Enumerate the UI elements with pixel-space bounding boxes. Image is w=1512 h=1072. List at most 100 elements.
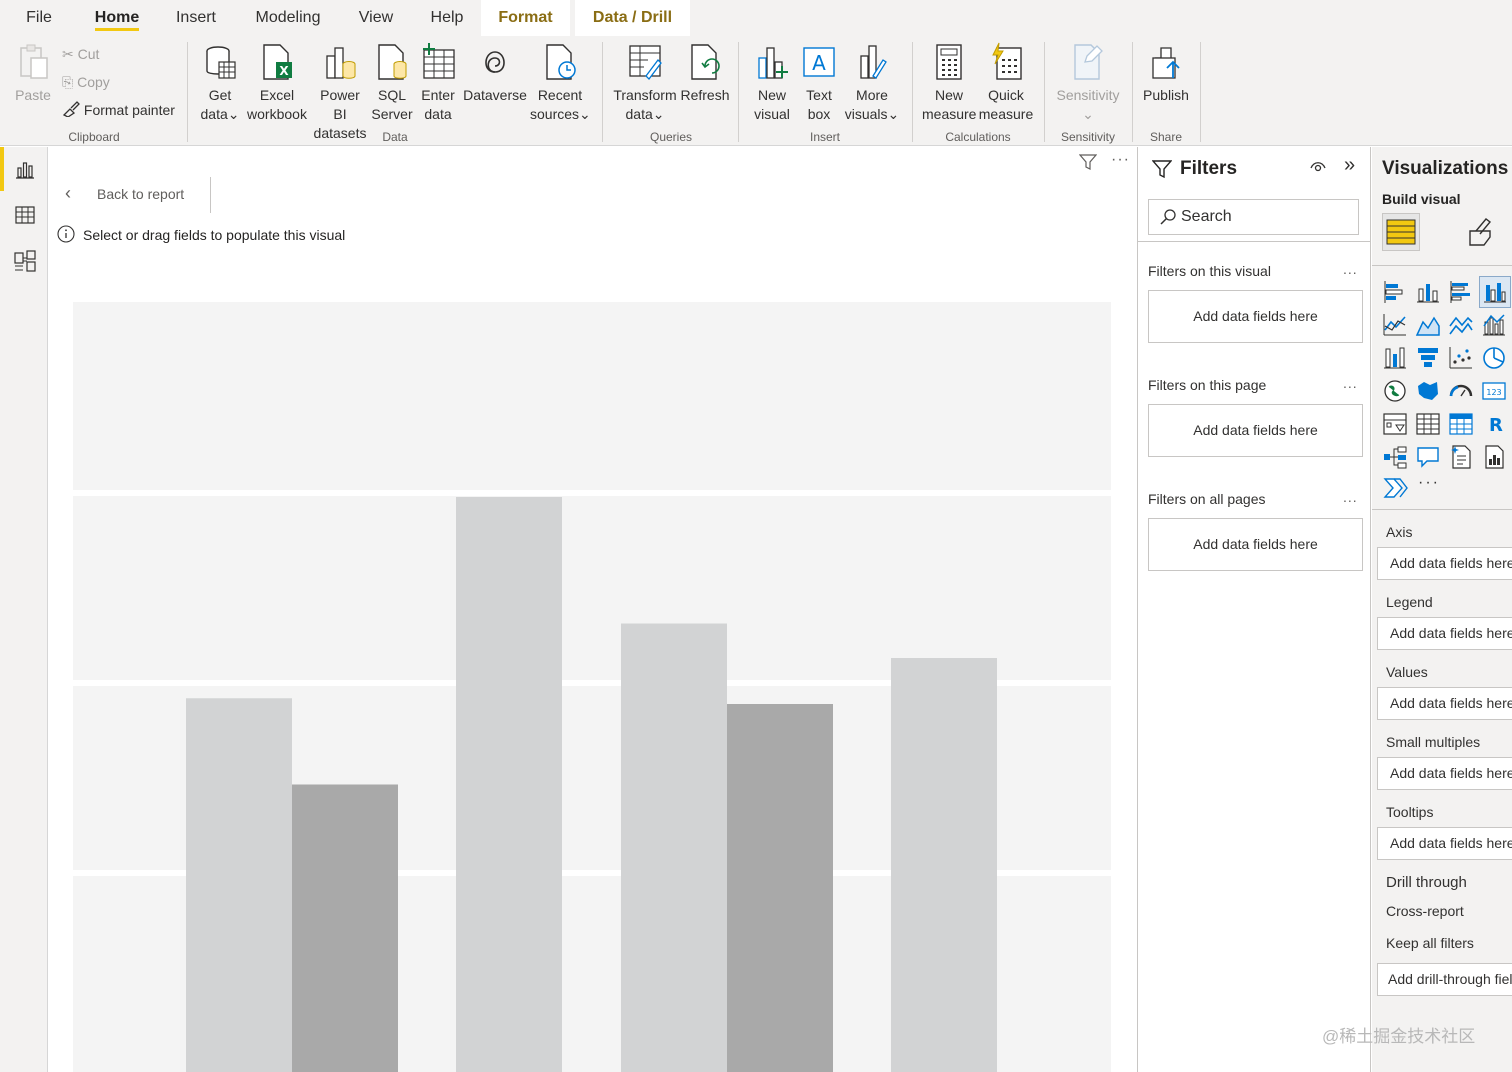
ribbon-chart-icon[interactable] [1382, 345, 1408, 371]
area-chart-icon[interactable] [1415, 312, 1441, 338]
funnel-chart-icon[interactable] [1415, 345, 1441, 371]
drill-through-well[interactable]: Add drill-through fields here [1377, 963, 1512, 996]
tab-file[interactable]: File [14, 0, 64, 36]
card-icon[interactable]: 123 [1481, 378, 1507, 404]
pie-chart-icon[interactable] [1481, 345, 1507, 371]
power-automate-icon[interactable] [1382, 475, 1408, 501]
dataverse-button[interactable]: Dataverse [462, 42, 528, 105]
group-separator [1132, 42, 1133, 142]
clustered-column-chart-selected[interactable] [1479, 276, 1511, 308]
sql-server-button[interactable]: SQL Server [370, 42, 414, 124]
values-well[interactable]: Add data fields here [1377, 687, 1512, 720]
publish-icon [1152, 47, 1180, 79]
map-icon[interactable] [1382, 378, 1408, 404]
tab-home[interactable]: Home [84, 0, 150, 36]
cross-report-toggle[interactable]: Cross-report [1386, 903, 1464, 919]
get-data-label-1: Get [208, 87, 232, 103]
filter-search-input[interactable] [1181, 207, 1351, 227]
copy-button[interactable]: ⎘ Copy [62, 72, 110, 92]
report-view-button[interactable] [0, 147, 48, 191]
filled-map-icon[interactable] [1415, 378, 1441, 404]
recent-sources-button[interactable]: Recent sources⌄ [530, 42, 591, 124]
paste-button[interactable]: Paste [12, 42, 54, 105]
copy-label: Copy [77, 74, 110, 90]
more-options-icon[interactable]: ... [1343, 261, 1358, 277]
collapse-pane-icon[interactable]: » [1344, 154, 1355, 177]
clustered-bar-chart-icon[interactable] [1448, 279, 1474, 305]
tab-help[interactable]: Help [418, 0, 476, 36]
transform-data-button[interactable]: Transform data⌄ [612, 42, 678, 124]
stacked-bar-chart-icon[interactable] [1382, 279, 1408, 305]
scissors-icon: ✂ [62, 46, 74, 62]
more-options-icon[interactable]: ... [1343, 489, 1358, 505]
qa-icon[interactable] [1415, 444, 1441, 470]
excel-icon: X [263, 44, 292, 80]
placeholder-bar [727, 704, 833, 1072]
more-options-icon[interactable]: ··· [1111, 151, 1130, 169]
quick-measure-button[interactable]: Quick measure [978, 42, 1034, 124]
line-chart-icon[interactable] [1382, 312, 1408, 338]
more-visuals-button[interactable]: More visuals⌄ [842, 42, 902, 124]
fields-grid-icon [1386, 219, 1416, 245]
filter-icon[interactable] [1079, 153, 1097, 171]
tab-data-drill[interactable]: Data / Drill [575, 0, 690, 36]
axis-well[interactable]: Add data fields here [1377, 547, 1512, 580]
power-bi-datasets-button[interactable]: Power BI datasets [312, 42, 368, 143]
filters-on-visual-well[interactable]: Add data fields here [1148, 290, 1363, 343]
get-data-button[interactable]: Get data⌄ [196, 42, 244, 124]
more-visuals-label-2: visuals [844, 106, 888, 122]
more-options-icon[interactable]: ... [1343, 375, 1358, 391]
stacked-column-chart-icon[interactable] [1415, 279, 1441, 305]
r-script-icon[interactable]: R [1481, 411, 1507, 437]
tab-view[interactable]: View [348, 0, 404, 36]
filters-on-all-pages-well[interactable]: Add data fields here [1148, 518, 1363, 571]
legend-well[interactable]: Add data fields here [1377, 617, 1512, 650]
gauge-icon[interactable] [1448, 378, 1474, 404]
group-separator [738, 42, 739, 142]
new-measure-label-2: measure [922, 106, 977, 122]
group-separator [1200, 42, 1201, 142]
stacked-area-chart-icon[interactable] [1448, 312, 1474, 338]
filters-on-page-well[interactable]: Add data fields here [1148, 404, 1363, 457]
svg-text:123: 123 [1486, 388, 1501, 397]
smart-narrative-icon[interactable] [1448, 444, 1474, 470]
keep-all-filters-toggle[interactable]: Keep all filters [1386, 935, 1474, 951]
new-visual-button[interactable]: New visual [750, 42, 794, 124]
data-view-button[interactable] [0, 193, 48, 237]
more-visuals-ellipsis-icon[interactable]: ··· [1418, 474, 1440, 492]
cut-button[interactable]: ✂ Cut [62, 44, 99, 64]
sensitivity-button[interactable]: Sensitivity ⌄ [1054, 42, 1122, 124]
matrix-icon[interactable] [1448, 411, 1474, 437]
group-separator [187, 42, 188, 142]
tooltips-well[interactable]: Add data fields here [1377, 827, 1512, 860]
decomposition-tree-icon[interactable] [1382, 444, 1408, 470]
sensitivity-icon [1074, 44, 1103, 80]
tab-modeling[interactable]: Modeling [242, 0, 334, 36]
visualizations-pane: Visualizations Build visual 123 R ··· Ax… [1372, 147, 1512, 1072]
filter-search-box[interactable] [1148, 199, 1359, 235]
slicer-icon[interactable] [1382, 411, 1408, 437]
model-view-button[interactable] [0, 239, 48, 283]
line-clustered-column-icon[interactable] [1481, 312, 1507, 338]
text-box-button[interactable]: A Text box [798, 42, 840, 124]
paginated-report-icon[interactable] [1481, 444, 1507, 470]
new-measure-button[interactable]: New measure [922, 42, 976, 124]
refresh-button[interactable]: Refresh [680, 42, 730, 105]
powerbi-label-1: Power BI [320, 87, 360, 122]
publish-button[interactable]: Publish [1140, 42, 1192, 105]
enter-data-button[interactable]: Enter data [418, 42, 458, 124]
placeholder-column-chart[interactable] [73, 302, 1111, 1072]
table-visual-icon[interactable] [1415, 411, 1441, 437]
tab-insert[interactable]: Insert [164, 0, 228, 36]
small-multiples-well[interactable]: Add data fields here [1377, 757, 1512, 790]
scatter-chart-icon[interactable] [1448, 345, 1474, 371]
tab-format[interactable]: Format [481, 0, 570, 36]
build-visual-tab[interactable] [1382, 213, 1420, 251]
format-painter-button[interactable]: Format painter [62, 100, 175, 120]
divider [1372, 509, 1512, 510]
format-visual-icon[interactable] [1464, 217, 1494, 247]
excel-workbook-button[interactable]: X Excel workbook [246, 42, 308, 124]
recent-label-1: Recent [537, 87, 583, 103]
eye-icon[interactable] [1310, 160, 1326, 174]
back-to-report-link[interactable]: ‹ Back to report [65, 181, 184, 205]
